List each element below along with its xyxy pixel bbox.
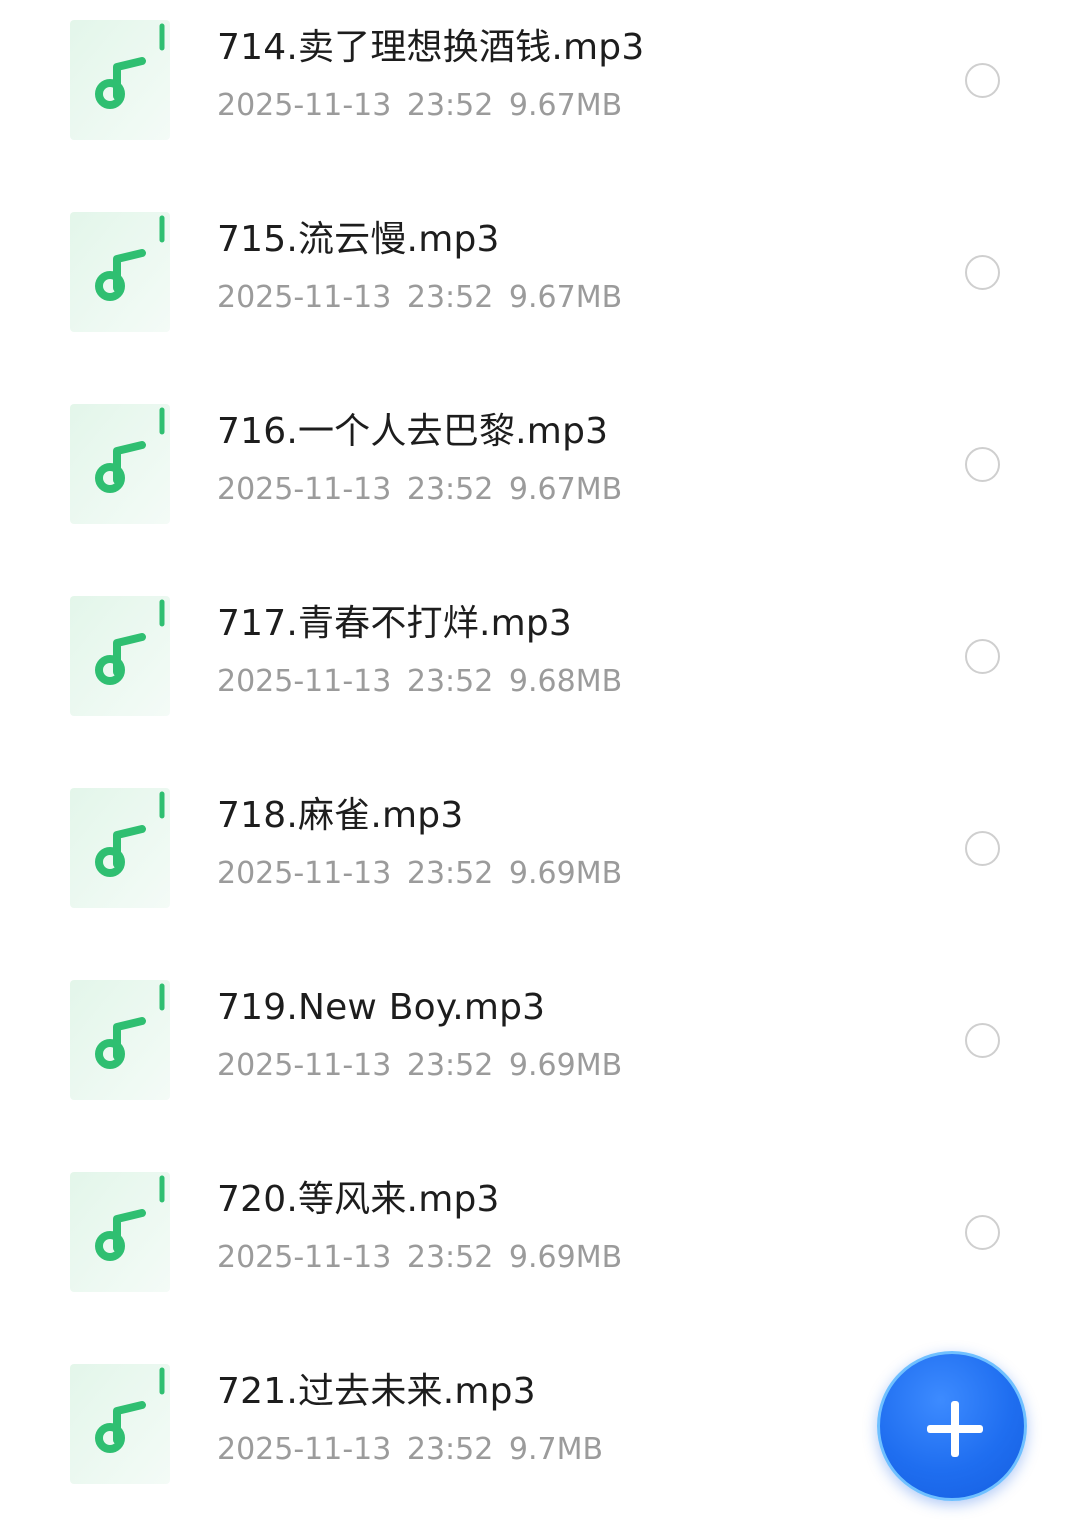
file-name: 716.一个人去巴黎.mp3 [217,411,609,452]
file-row[interactable]: 720.等风来.mp3 2025-11-13 23:52 9.69MB [0,1152,1080,1344]
file-meta: 2025-11-13 23:52 9.67MB [217,86,622,126]
file-date: 2025-11-13 23:52 [217,1240,494,1275]
file-date: 2025-11-13 23:52 [217,1432,494,1467]
file-size: 9.69MB [508,1048,623,1083]
file-name: 720.等风来.mp3 [217,1179,500,1220]
file-meta: 2025-11-13 23:52 9.68MB [217,662,622,702]
file-size: 9.67MB [508,88,623,123]
file-size: 9.69MB [508,856,623,891]
file-date: 2025-11-13 23:52 [217,664,494,699]
select-radio[interactable] [965,1023,1000,1058]
file-meta: 2025-11-13 23:52 9.67MB [217,278,622,318]
music-file-icon [70,1364,170,1484]
music-file-icon [70,596,170,716]
music-file-icon [70,212,170,332]
file-date: 2025-11-13 23:52 [217,88,494,123]
file-row[interactable]: 715.流云慢.mp3 2025-11-13 23:52 9.67MB [0,192,1080,384]
file-size: 9.69MB [508,1240,623,1275]
file-name: 721.过去未来.mp3 [217,1371,536,1412]
file-row[interactable]: 714.卖了理想换酒钱.mp3 2025-11-13 23:52 9.67MB [0,0,1080,192]
select-radio[interactable] [965,63,1000,98]
file-meta: 2025-11-13 23:52 9.69MB [217,854,622,894]
select-radio[interactable] [965,831,1000,866]
file-name: 719.New Boy.mp3 [217,987,546,1028]
music-file-icon [70,788,170,908]
file-name: 717.青春不打烊.mp3 [217,603,573,644]
music-file-icon [70,404,170,524]
file-row[interactable]: 716.一个人去巴黎.mp3 2025-11-13 23:52 9.67MB [0,384,1080,576]
file-date: 2025-11-13 23:52 [217,856,494,891]
file-meta: 2025-11-13 23:52 9.69MB [217,1046,622,1086]
file-row[interactable]: 719.New Boy.mp3 2025-11-13 23:52 9.69MB [0,960,1080,1152]
file-size: 9.68MB [508,664,623,699]
add-fab-button[interactable] [877,1351,1027,1501]
file-date: 2025-11-13 23:52 [217,280,494,315]
file-list: 714.卖了理想换酒钱.mp3 2025-11-13 23:52 9.67MB … [0,0,1080,1507]
file-row[interactable]: 717.青春不打烊.mp3 2025-11-13 23:52 9.68MB [0,576,1080,768]
file-meta: 2025-11-13 23:52 9.69MB [217,1238,622,1278]
file-meta: 2025-11-13 23:52 9.7MB [217,1430,603,1470]
file-date: 2025-11-13 23:52 [217,1048,494,1083]
select-radio[interactable] [965,1215,1000,1250]
file-size: 9.7MB [508,1432,604,1467]
file-name: 714.卖了理想换酒钱.mp3 [217,27,645,68]
file-row[interactable]: 718.麻雀.mp3 2025-11-13 23:52 9.69MB [0,768,1080,960]
music-file-icon [70,20,170,140]
file-size: 9.67MB [508,472,623,507]
music-file-icon [70,1172,170,1292]
file-date: 2025-11-13 23:52 [217,472,494,507]
file-size: 9.67MB [508,280,623,315]
select-radio[interactable] [965,255,1000,290]
file-meta: 2025-11-13 23:52 9.67MB [217,470,622,510]
music-file-icon [70,980,170,1100]
plus-icon [927,1401,983,1457]
select-radio[interactable] [965,447,1000,482]
select-radio[interactable] [965,639,1000,674]
file-name: 715.流云慢.mp3 [217,219,500,260]
file-name: 718.麻雀.mp3 [217,795,464,836]
